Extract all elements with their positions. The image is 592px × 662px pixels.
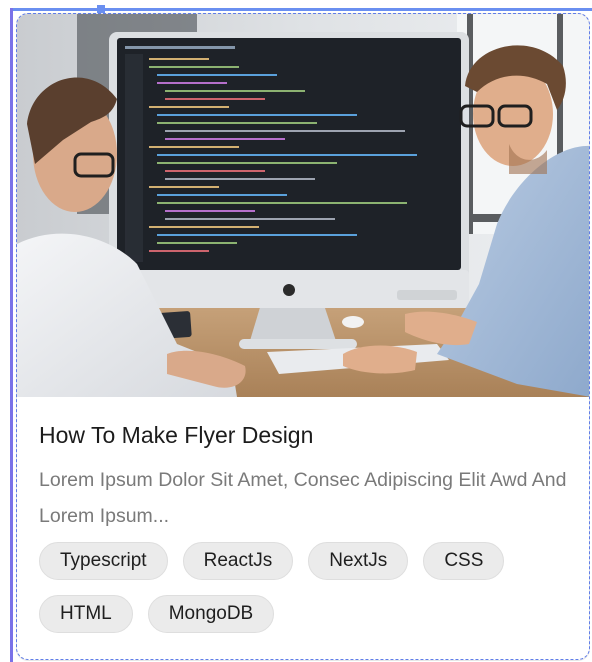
- selection-frame-left: [10, 8, 13, 662]
- blog-card[interactable]: How To Make Flyer Design Lorem Ipsum Dol…: [16, 13, 590, 661]
- tag-list: Typescript ReactJs NextJs CSS HTML Mongo…: [39, 542, 579, 633]
- tag-reactjs[interactable]: ReactJs: [182, 542, 294, 580]
- card-image: [17, 14, 589, 397]
- tag-css[interactable]: CSS: [423, 542, 505, 580]
- tag-html[interactable]: HTML: [39, 595, 133, 633]
- card-description: Lorem Ipsum Dolor Sit Amet, Consec Adipi…: [39, 469, 567, 527]
- tag-typescript[interactable]: Typescript: [39, 542, 168, 580]
- tag-nextjs[interactable]: NextJs: [308, 542, 409, 580]
- card-title: How To Make Flyer Design: [39, 422, 314, 448]
- tag-mongodb[interactable]: MongoDB: [147, 595, 275, 633]
- selection-handle[interactable]: [97, 5, 105, 13]
